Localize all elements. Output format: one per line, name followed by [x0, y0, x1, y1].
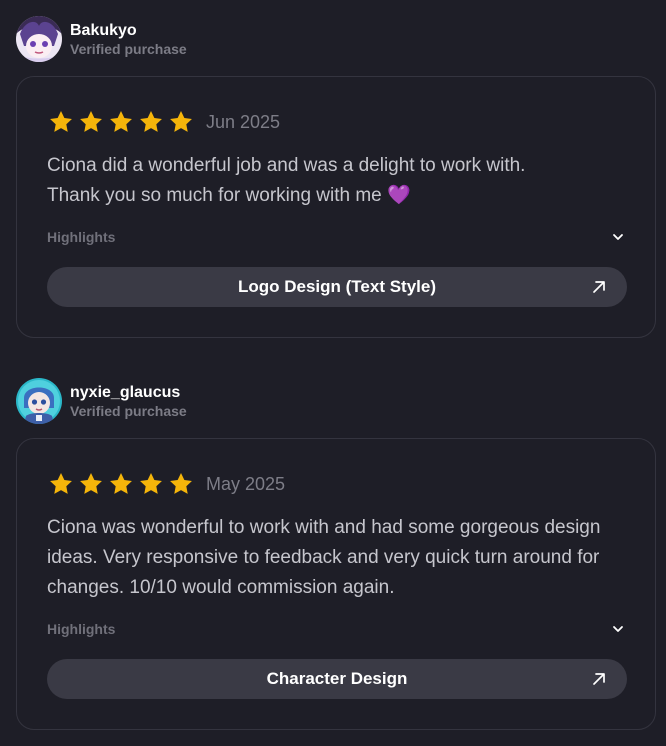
rating-row: May 2025: [48, 469, 285, 499]
arrow-up-right-icon: [591, 279, 607, 295]
avatar[interactable]: [16, 16, 62, 62]
verified-purchase-label: Verified purchase: [70, 402, 187, 419]
star-icon: [48, 471, 74, 497]
review-text: Ciona was wonderful to work with and had…: [47, 517, 601, 598]
highlights-label: Highlights: [47, 229, 116, 245]
highlights-toggle[interactable]: Highlights: [47, 226, 625, 248]
star-icon: [168, 109, 194, 135]
review-text-segment: Thank you so much for working with me: [47, 185, 382, 206]
service-link-button[interactable]: Character Design: [47, 659, 627, 699]
star-icon: [108, 471, 134, 497]
purple-heart-emoji: 💜: [387, 185, 411, 206]
service-label: Character Design: [266, 669, 408, 688]
star-icon: [138, 471, 164, 497]
reviewer-info: nyxie_glaucus Verified purchase: [16, 378, 187, 424]
star-icon: [48, 109, 74, 135]
star-rating: [48, 109, 198, 135]
chevron-down-icon[interactable]: [611, 230, 625, 244]
service-link-button[interactable]: Logo Design (Text Style): [47, 267, 627, 307]
rating-row: Jun 2025: [48, 107, 280, 137]
star-icon: [138, 109, 164, 135]
review-item: nyxie_glaucus Verified purchase May 2025…: [0, 378, 666, 730]
review-date: Jun 2025: [206, 111, 281, 132]
star-icon: [78, 471, 104, 497]
review-item: Bakukyo Verified purchase Jun 2025 Ciona…: [0, 16, 666, 338]
review-card: May 2025 Ciona was wonderful to work wit…: [16, 438, 656, 730]
review-text-line: Ciona did a wonderful job and was a deli…: [47, 155, 526, 176]
review-text-line: Thank you so much for working with me 💜: [47, 181, 607, 211]
avatar[interactable]: [16, 378, 62, 424]
reviewer-name[interactable]: nyxie_glaucus: [70, 383, 187, 402]
arrow-up-right-icon: [591, 671, 607, 687]
review-text: Ciona did a wonderful job and was a deli…: [47, 151, 607, 211]
reviewer-name[interactable]: Bakukyo: [70, 21, 187, 40]
star-icon: [78, 109, 104, 135]
service-label: Logo Design (Text Style): [237, 277, 437, 296]
star-icon: [168, 471, 194, 497]
highlights-label: Highlights: [47, 621, 116, 637]
review-date: May 2025: [206, 473, 286, 494]
chevron-down-icon[interactable]: [611, 622, 625, 636]
review-card: Jun 2025 Ciona did a wonderful job and w…: [16, 76, 656, 338]
highlights-toggle[interactable]: Highlights: [47, 618, 625, 640]
star-rating: [48, 471, 198, 497]
star-icon: [108, 109, 134, 135]
reviewer-info: Bakukyo Verified purchase: [16, 16, 187, 62]
verified-purchase-label: Verified purchase: [70, 40, 187, 57]
